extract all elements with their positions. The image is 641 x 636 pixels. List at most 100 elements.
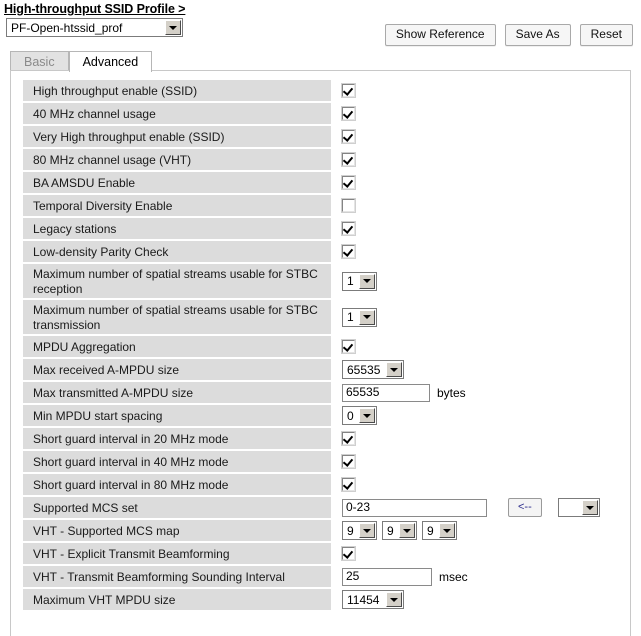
chevron-down-icon	[359, 273, 375, 289]
vht-mcs-map-select[interactable]: 9	[422, 521, 457, 540]
chevron-down-icon	[386, 362, 402, 377]
settings-row-control	[331, 543, 630, 564]
settings-select[interactable]: 11454	[342, 590, 404, 609]
settings-checkbox[interactable]	[341, 152, 356, 167]
settings-row-control	[331, 80, 630, 101]
settings-row: Supported MCS set 0-23 <--	[23, 497, 630, 518]
settings-row: 80 MHz channel usage (VHT)	[23, 149, 630, 170]
settings-row-label: VHT - Supported MCS map	[23, 520, 331, 541]
settings-select[interactable]: 1	[342, 307, 377, 327]
settings-checkbox[interactable]	[341, 221, 356, 236]
save-as-button[interactable]: Save As	[504, 24, 571, 46]
settings-checkbox[interactable]	[341, 454, 356, 469]
settings-row-label: Supported MCS set	[23, 497, 331, 518]
chevron-down-icon	[439, 523, 455, 538]
settings-row-control	[331, 241, 630, 262]
settings-row-label: Maximum VHT MPDU size	[23, 589, 331, 610]
settings-row: Low-density Parity Check	[23, 241, 630, 262]
settings-row-label: Short guard interval in 40 MHz mode	[23, 451, 331, 472]
chevron-down-icon	[359, 523, 375, 538]
settings-row-label: Legacy stations	[23, 218, 331, 239]
header-bar: PF-Open-htssid_prof Show Reference Save …	[0, 16, 641, 46]
settings-row-label: VHT - Explicit Transmit Beamforming	[23, 543, 331, 564]
tab-advanced[interactable]: Advanced	[68, 51, 153, 72]
mcs-set-input[interactable]: 0-23	[342, 498, 487, 517]
settings-select-value: 1	[347, 274, 354, 288]
settings-row-control	[331, 126, 630, 147]
settings-row-control	[331, 428, 630, 449]
settings-row: Short guard interval in 80 MHz mode	[23, 474, 630, 495]
tab-bar: Basic Advanced	[0, 50, 641, 72]
chevron-down-icon	[165, 20, 181, 35]
settings-row-label: Max transmitted A-MPDU size	[23, 382, 331, 403]
vht-mcs-map-select[interactable]: 9	[342, 521, 377, 540]
settings-row: High throughput enable (SSID)	[23, 80, 630, 101]
tab-basic[interactable]: Basic	[10, 51, 69, 72]
settings-row: Max transmitted A-MPDU size 65535 bytes	[23, 382, 630, 403]
settings-row-label: Very High throughput enable (SSID)	[23, 126, 331, 147]
settings-select[interactable]: 0	[342, 406, 377, 425]
settings-row-control: 25 msec	[331, 566, 630, 587]
settings-row-label: BA AMSDU Enable	[23, 172, 331, 193]
settings-row: Short guard interval in 20 MHz mode	[23, 428, 630, 449]
settings-row: Temporal Diversity Enable	[23, 195, 630, 216]
settings-row: Max received A-MPDU size 65535	[23, 359, 630, 380]
settings-row-control	[331, 474, 630, 495]
settings-checkbox[interactable]	[341, 175, 356, 190]
settings-row-control: 0-23 <--	[331, 497, 630, 518]
settings-row-label: Low-density Parity Check	[23, 241, 331, 262]
chevron-down-icon	[399, 523, 415, 538]
settings-checkbox[interactable]	[341, 244, 356, 259]
settings-row-control: 1	[331, 264, 630, 298]
settings-row-label: Short guard interval in 20 MHz mode	[23, 428, 331, 449]
vht-mcs-map-select-value: 9	[387, 523, 394, 538]
settings-row-control: 11454	[331, 589, 630, 610]
settings-checkbox[interactable]	[341, 431, 356, 446]
settings-row-control	[331, 195, 630, 216]
settings-row-label: VHT - Transmit Beamforming Sounding Inte…	[23, 566, 331, 587]
vht-mcs-map-select-value: 9	[347, 523, 354, 538]
settings-select-value: 11454	[347, 592, 380, 607]
settings-select-value: 1	[347, 310, 354, 324]
settings-row-label: 80 MHz channel usage (VHT)	[23, 149, 331, 170]
settings-row-label: Short guard interval in 80 MHz mode	[23, 474, 331, 495]
settings-select[interactable]: 1	[342, 271, 377, 291]
settings-row-control	[331, 172, 630, 193]
settings-row-list: High throughput enable (SSID) 40 MHz chan…	[11, 71, 630, 610]
settings-select[interactable]: 65535	[342, 360, 404, 379]
settings-row: VHT - Transmit Beamforming Sounding Inte…	[23, 566, 630, 587]
mcs-apply-left-arrow-button[interactable]: <--	[508, 498, 542, 517]
settings-row: Min MPDU start spacing 0	[23, 405, 630, 426]
settings-text-input[interactable]: 65535	[342, 383, 430, 402]
chevron-down-icon	[386, 592, 402, 607]
settings-row: Maximum number of spatial streams usable…	[23, 300, 630, 334]
settings-select-value: 65535	[347, 362, 381, 377]
mcs-preset-select[interactable]	[557, 498, 600, 517]
unit-label: msec	[439, 569, 468, 584]
settings-checkbox[interactable]	[341, 339, 356, 354]
vht-mcs-map-select[interactable]: 9	[382, 521, 417, 540]
settings-row-label: MPDU Aggregation	[23, 336, 331, 357]
settings-row-label: Temporal Diversity Enable	[23, 195, 331, 216]
vht-mcs-map-select-value: 9	[427, 523, 434, 538]
settings-row-control	[331, 451, 630, 472]
settings-row-control: 65535	[331, 359, 630, 380]
chevron-down-icon	[359, 408, 375, 423]
settings-checkbox[interactable]	[341, 83, 356, 98]
settings-row-label: Maximum number of spatial streams usable…	[23, 300, 331, 334]
settings-row-label: Max received A-MPDU size	[23, 359, 331, 380]
settings-checkbox[interactable]	[341, 106, 356, 121]
settings-text-input[interactable]: 25	[342, 567, 432, 586]
settings-row-label: Min MPDU start spacing	[23, 405, 331, 426]
show-reference-button[interactable]: Show Reference	[384, 24, 496, 46]
vht-mcs-map-group: 9 9 9	[342, 521, 457, 540]
settings-checkbox[interactable]	[341, 546, 356, 561]
settings-row-control: 9 9 9	[331, 520, 630, 541]
settings-row: Legacy stations	[23, 218, 630, 239]
settings-checkbox[interactable]	[341, 198, 356, 213]
settings-row-control	[331, 149, 630, 170]
settings-checkbox[interactable]	[341, 129, 356, 144]
profile-select[interactable]: PF-Open-htssid_prof	[6, 18, 183, 37]
reset-button[interactable]: Reset	[579, 24, 633, 46]
settings-checkbox[interactable]	[341, 477, 356, 492]
